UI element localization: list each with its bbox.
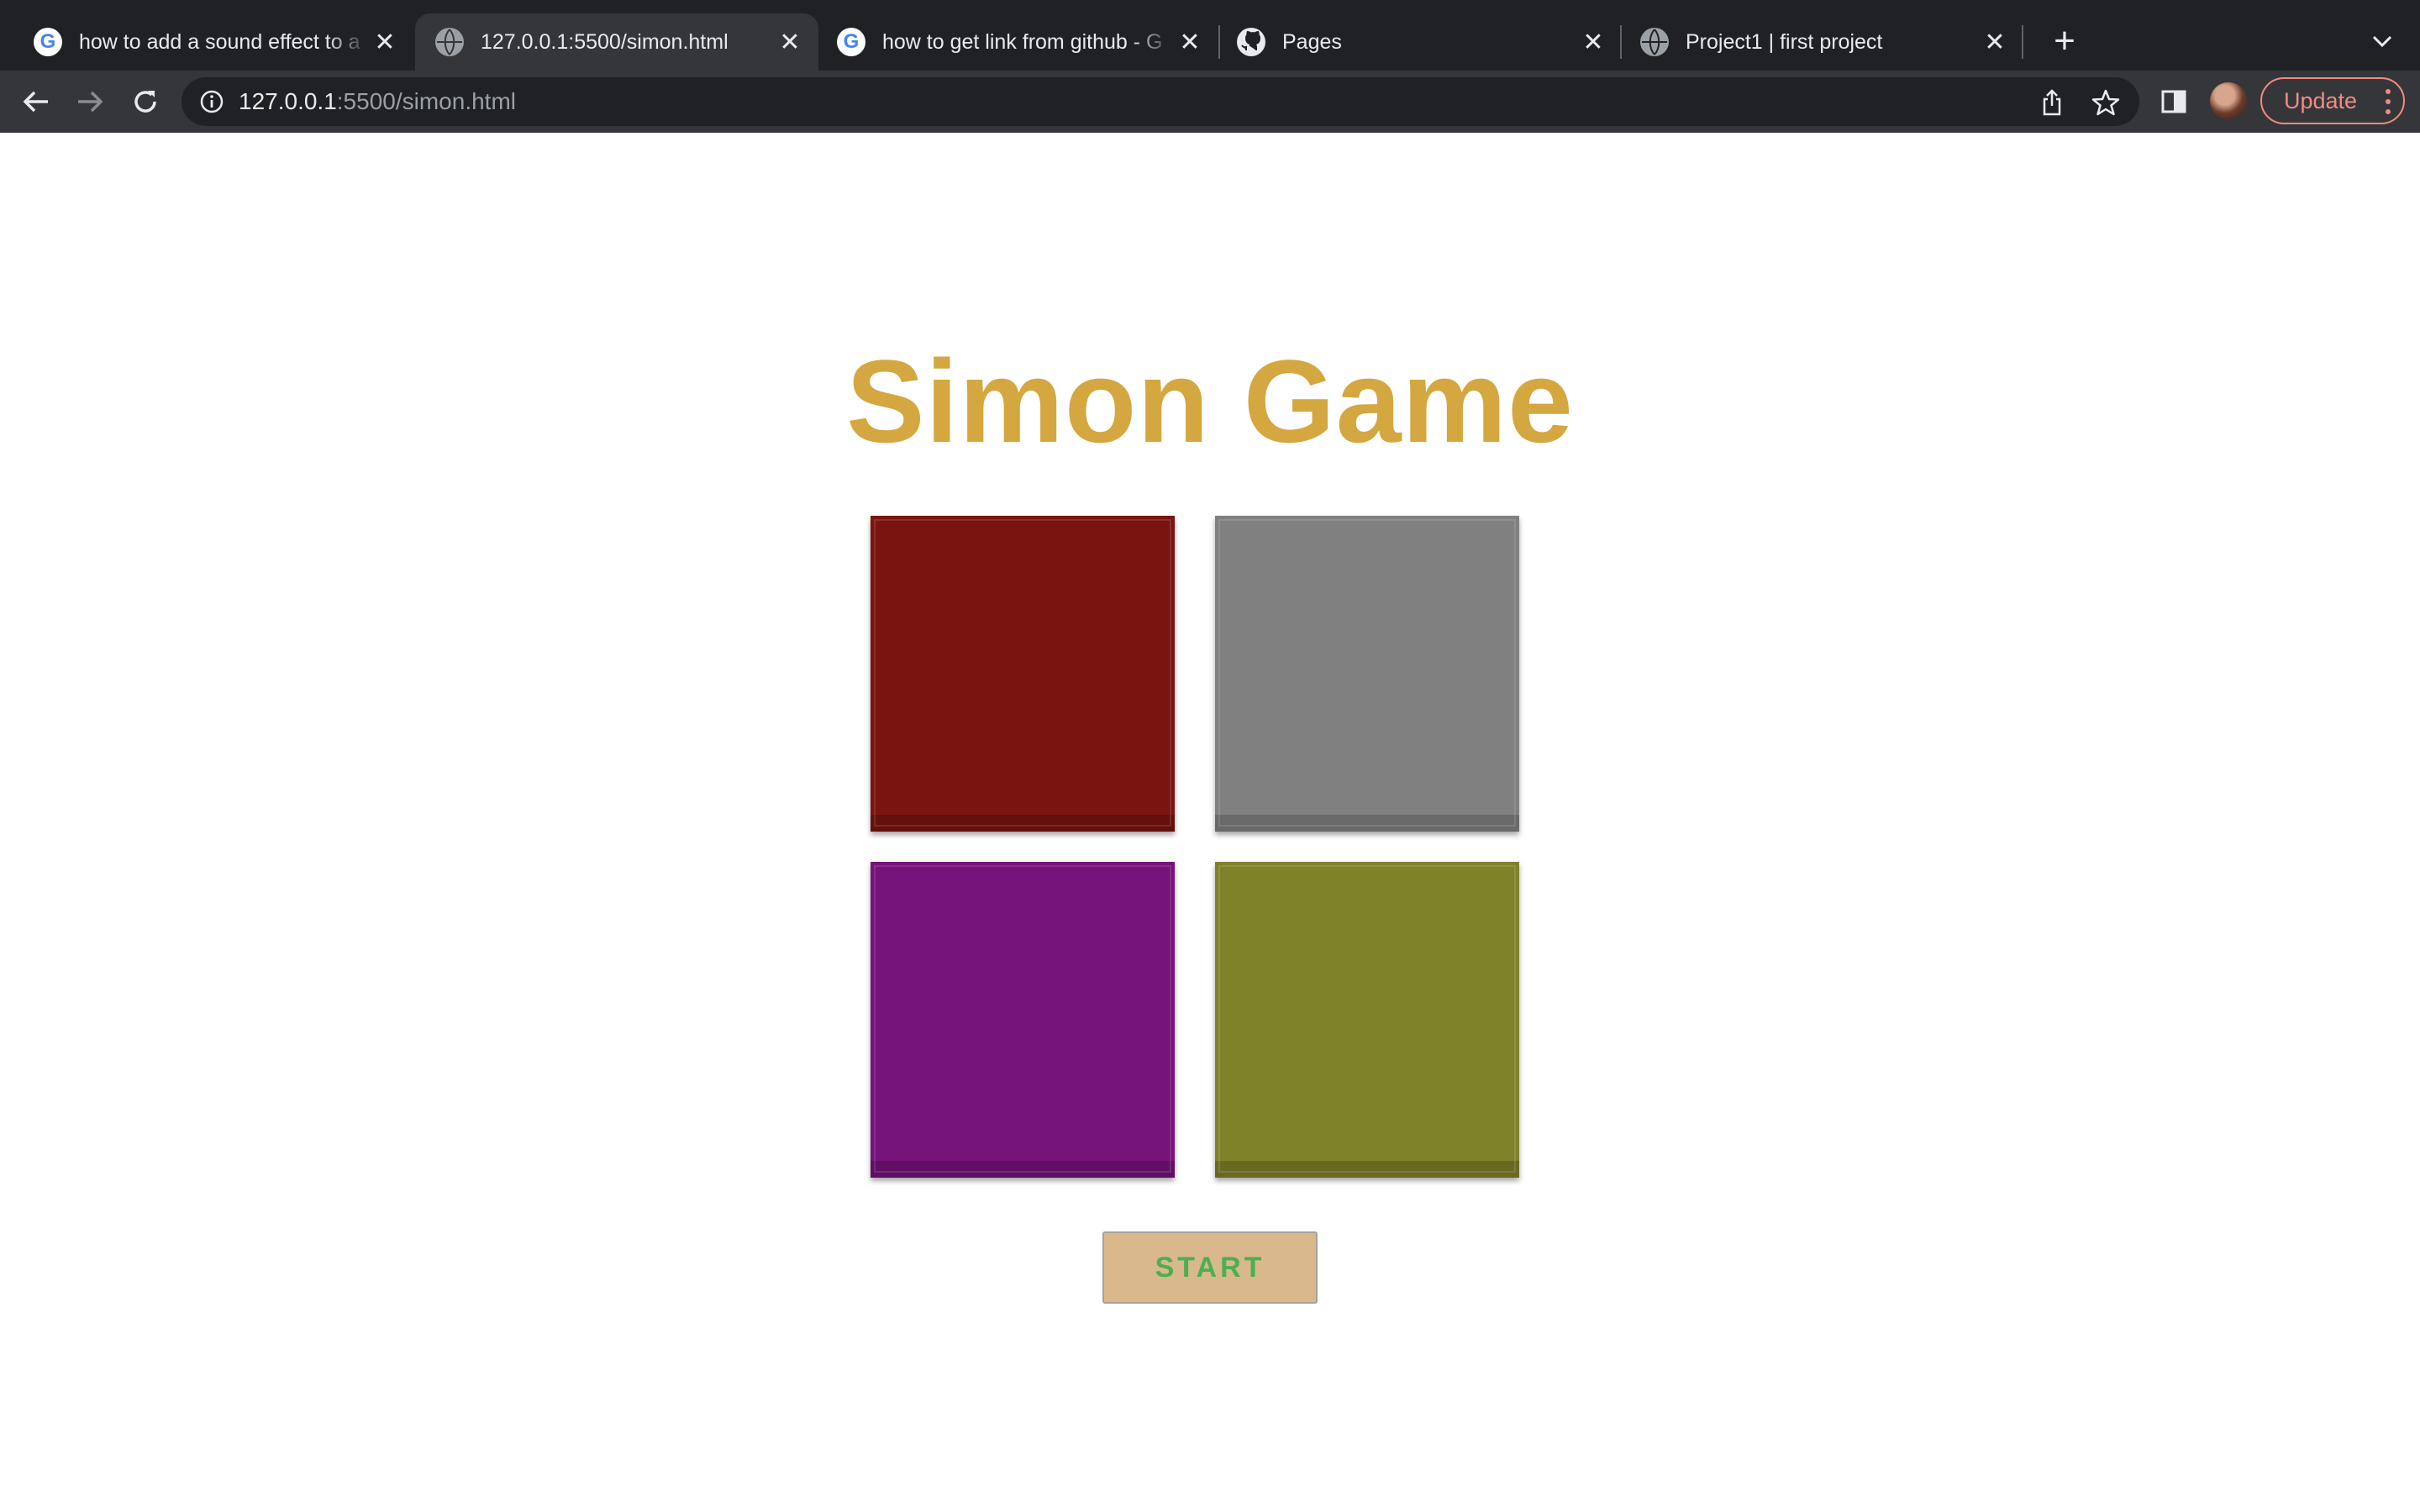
- update-button[interactable]: Update: [2260, 77, 2405, 124]
- close-icon[interactable]: ✕: [775, 27, 805, 57]
- red-pad[interactable]: [871, 516, 1175, 832]
- site-info-icon[interactable]: [198, 88, 225, 115]
- tab-title: how to get link from github - G: [882, 29, 1163, 54]
- close-icon[interactable]: ✕: [1980, 27, 2010, 57]
- close-icon[interactable]: ✕: [1578, 27, 1608, 57]
- page-title: Simon Game: [846, 335, 1574, 467]
- tab-strip: G how to add a sound effect to a ✕ 127.0…: [0, 0, 2420, 71]
- olive-pad[interactable]: [1215, 862, 1519, 1178]
- address-bar[interactable]: 127.0.0.1:5500/simon.html: [182, 77, 2139, 126]
- tab-title: Pages: [1282, 29, 1342, 54]
- url-path: :5500/simon.html: [336, 88, 516, 114]
- forward-arrow-icon[interactable]: [69, 81, 111, 123]
- tab-title: 127.0.0.1:5500/simon.html: [481, 29, 729, 54]
- back-arrow-icon[interactable]: [15, 81, 57, 123]
- update-label: Update: [2284, 87, 2358, 113]
- side-panel-icon[interactable]: [2156, 84, 2191, 119]
- globe-icon: [435, 28, 464, 56]
- globe-icon: [1640, 28, 1669, 56]
- reload-icon[interactable]: [124, 81, 166, 123]
- url-host: 127.0.0.1: [239, 88, 337, 114]
- share-icon[interactable]: [2037, 87, 2067, 118]
- tab-sound-effect[interactable]: G how to add a sound effect to a ✕: [0, 13, 413, 71]
- close-icon[interactable]: ✕: [370, 27, 400, 57]
- tab-project1[interactable]: Project1 | first project ✕: [1622, 13, 2023, 71]
- bookmark-star-icon[interactable]: [2091, 87, 2121, 118]
- gray-pad[interactable]: [1215, 516, 1519, 832]
- tab-title: how to add a sound effect to a: [79, 29, 360, 54]
- more-menu-icon[interactable]: [2385, 89, 2391, 114]
- tab-title: Project1 | first project: [1686, 29, 1883, 54]
- new-tab-plus-icon[interactable]: +: [2044, 20, 2086, 62]
- tab-simon[interactable]: 127.0.0.1:5500/simon.html ✕: [415, 13, 818, 71]
- tab-pages[interactable]: Pages ✕: [1220, 13, 1622, 71]
- github-icon: [1237, 28, 1265, 56]
- tab-search-chevron-down-icon[interactable]: [2363, 22, 2402, 60]
- browser-toolbar: 127.0.0.1:5500/simon.html Update: [0, 71, 2420, 133]
- start-button[interactable]: START: [1102, 1231, 1318, 1304]
- tab-github-link[interactable]: G how to get link from github - G ✕: [820, 13, 1218, 71]
- google-icon: G: [34, 28, 62, 56]
- purple-pad[interactable]: [871, 862, 1175, 1178]
- tab-separator: [2022, 25, 2023, 59]
- close-icon[interactable]: ✕: [1175, 27, 1205, 57]
- url-text[interactable]: 127.0.0.1:5500/simon.html: [239, 77, 516, 126]
- profile-avatar[interactable]: [2210, 82, 2247, 119]
- google-icon: G: [837, 28, 865, 56]
